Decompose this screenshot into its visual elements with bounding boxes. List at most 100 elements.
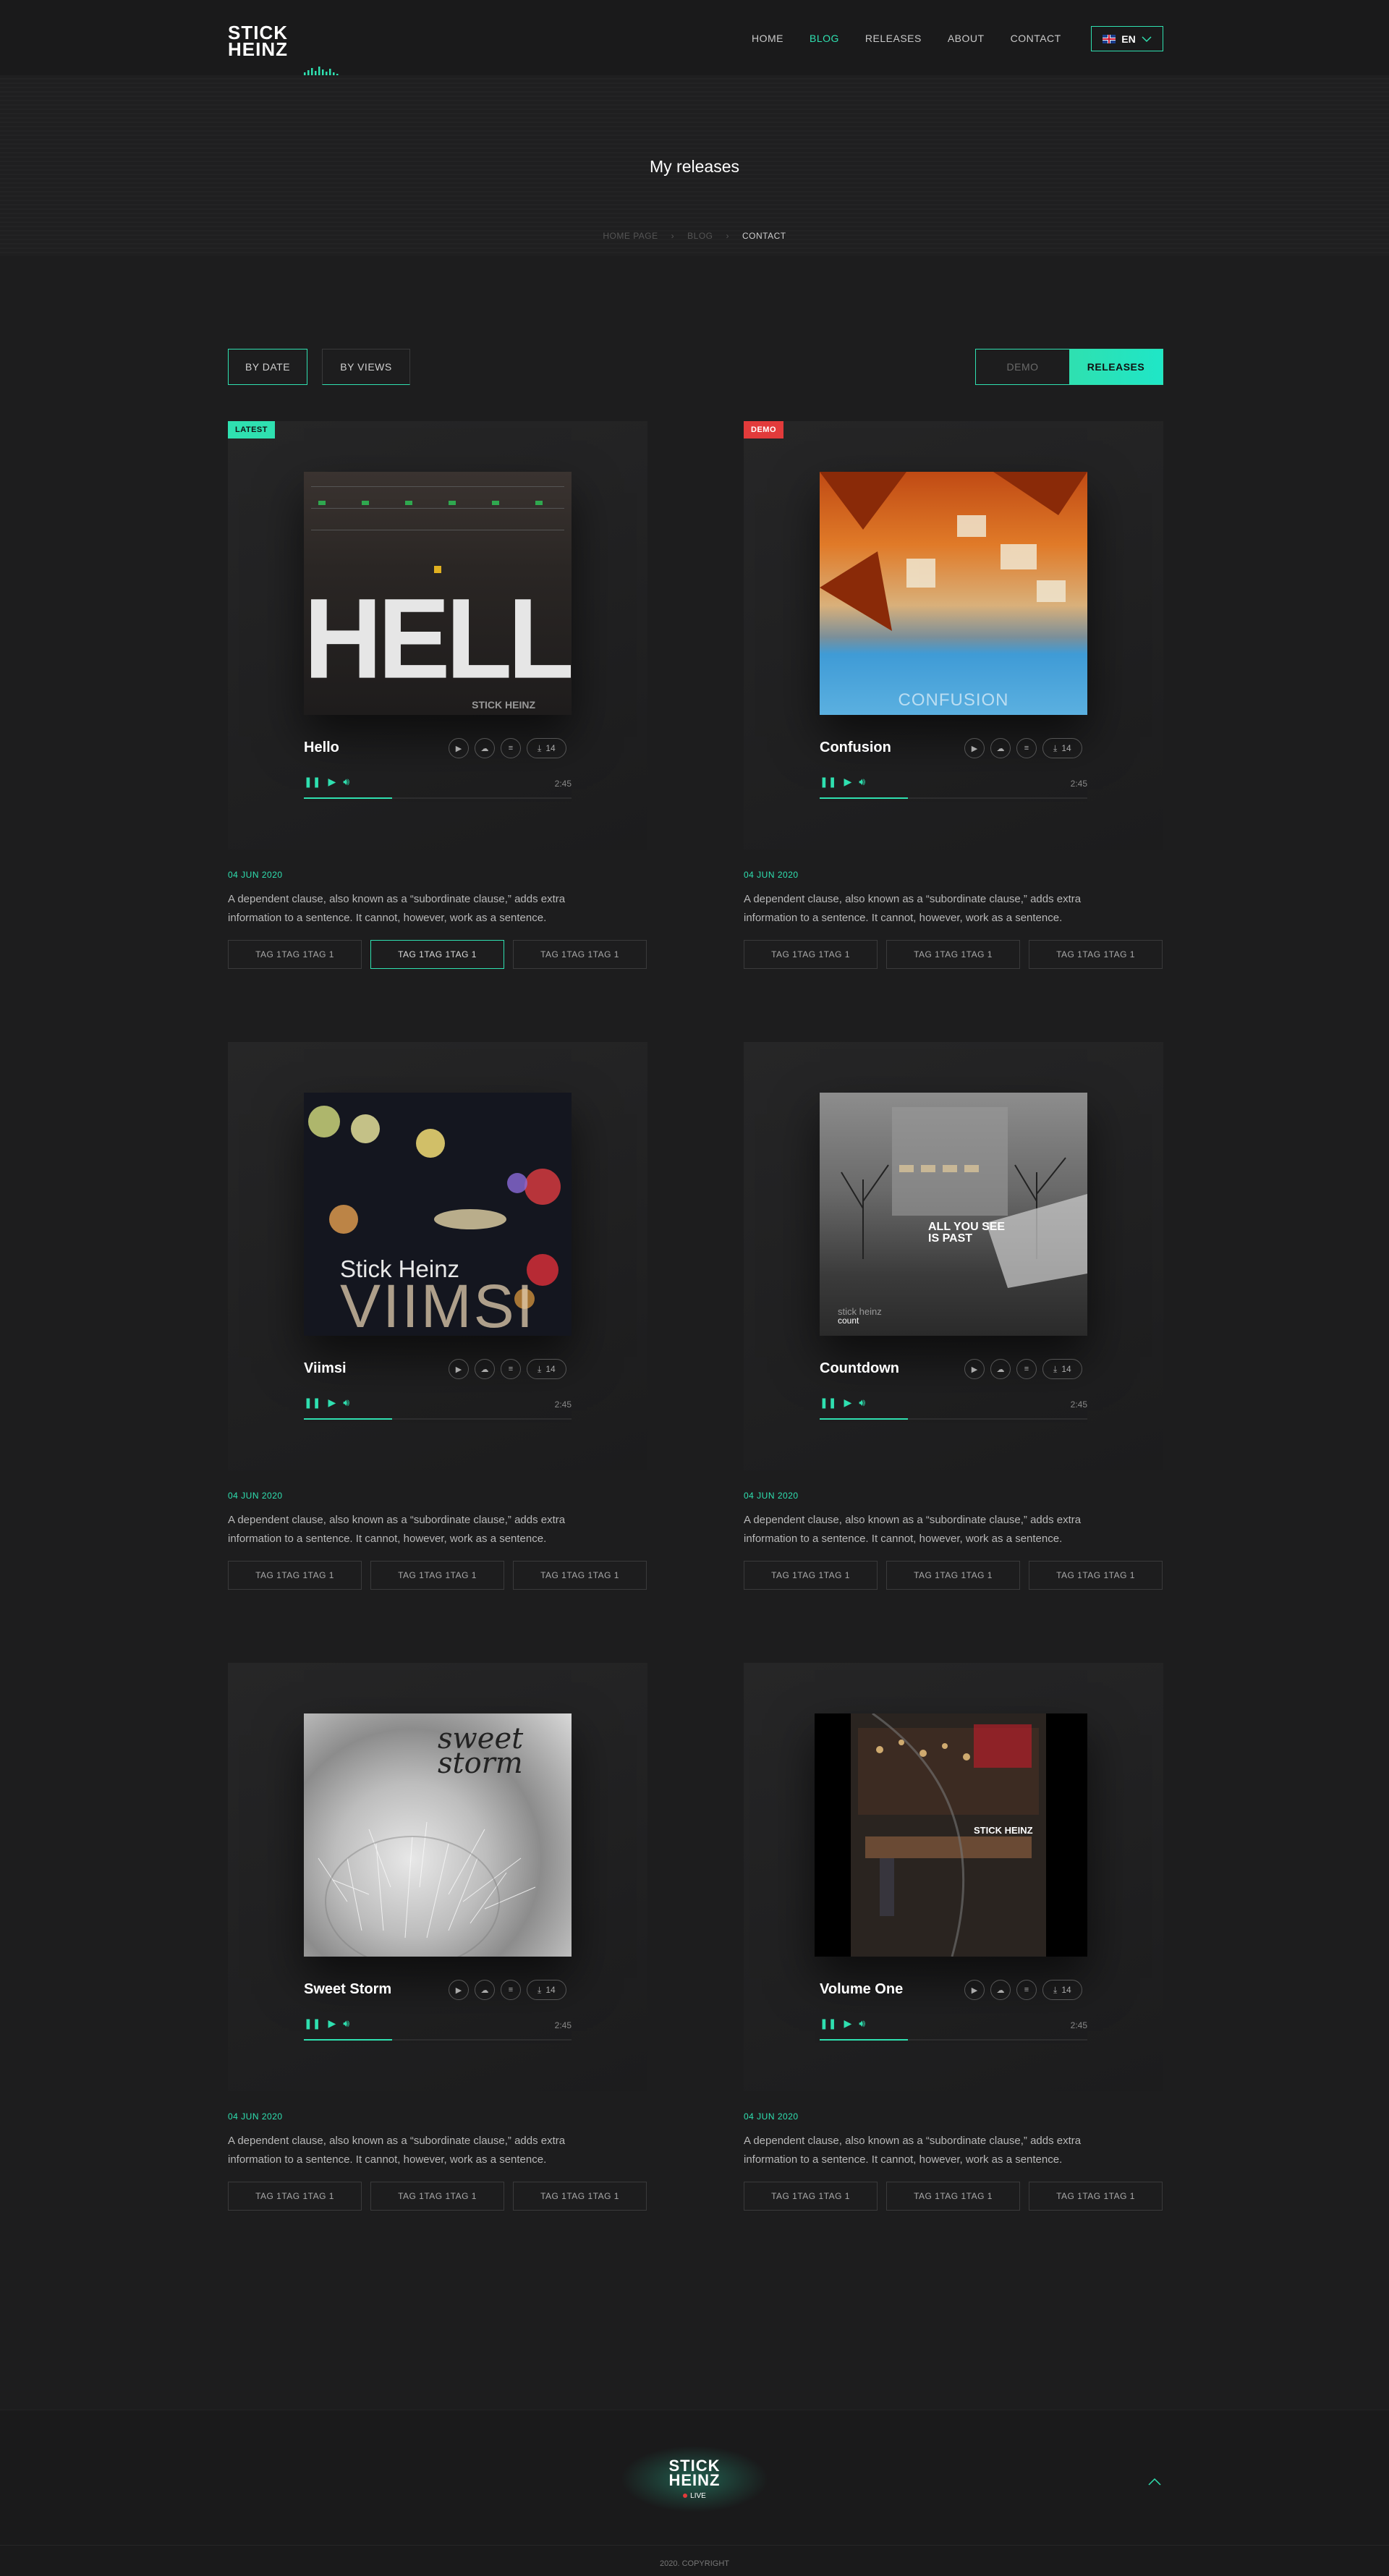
tag[interactable]: TAG 1TAG 1TAG 1 (228, 2182, 362, 2211)
album-cover-countdown[interactable]: ALL YOU SEE IS PAST stick heinz count (820, 1093, 1087, 1336)
page-title: My releases (650, 157, 739, 176)
nav-contact[interactable]: CONTACT (1011, 33, 1061, 44)
tag[interactable]: TAG 1TAG 1TAG 1 (228, 1561, 362, 1590)
play-icon[interactable]: ▶ (328, 2017, 336, 2030)
play-icon[interactable]: ▶ (964, 1359, 985, 1379)
tag[interactable]: TAG 1TAG 1TAG 1 (370, 940, 504, 969)
site-logo[interactable]: STICK HEINZ (228, 23, 288, 59)
soundcloud-icon[interactable]: ☁ (990, 1980, 1011, 2000)
tag[interactable]: TAG 1TAG 1TAG 1 (886, 940, 1020, 969)
tag[interactable]: TAG 1TAG 1TAG 1 (1029, 2182, 1163, 2211)
scroll-to-top-icon[interactable] (1147, 2474, 1162, 2491)
volume-icon[interactable]: 🔊︎ (343, 2017, 349, 2030)
soundcloud-icon[interactable]: ☁ (990, 1359, 1011, 1379)
copyright: 2020. COPYRIGHT (660, 2559, 729, 2568)
progress-fill (304, 2039, 393, 2041)
tag[interactable]: TAG 1TAG 1TAG 1 (370, 2182, 504, 2211)
tag[interactable]: TAG 1TAG 1TAG 1 (513, 2182, 647, 2211)
soundcloud-icon[interactable]: ☁ (990, 738, 1011, 758)
tag[interactable]: TAG 1TAG 1TAG 1 (886, 1561, 1020, 1590)
download-button[interactable]: ⤓ 14 (1042, 1359, 1082, 1379)
sort-by-date-button[interactable]: BY DATE (228, 349, 307, 385)
breadcrumb-blog[interactable]: BLOG (687, 231, 713, 241)
download-icon: ⤓ (538, 1984, 542, 1995)
play-icon[interactable]: ▶ (449, 1980, 469, 2000)
download-button[interactable]: ⤓ 14 (1042, 738, 1082, 758)
breadcrumb-home[interactable]: HOME PAGE (603, 231, 658, 241)
download-button[interactable]: ⤓ 14 (1042, 1980, 1082, 2000)
tag[interactable]: TAG 1TAG 1TAG 1 (370, 1561, 504, 1590)
soundcloud-icon[interactable]: ☁ (475, 1359, 495, 1379)
tag[interactable]: TAG 1TAG 1TAG 1 (228, 940, 362, 969)
progress-fill (820, 2039, 909, 2041)
album-cover-hello[interactable]: HELLO STICK HEINZ (304, 472, 572, 715)
tag[interactable]: TAG 1TAG 1TAG 1 (744, 1561, 878, 1590)
album-cover-volume-one[interactable]: STICK HEINZ (815, 1713, 1087, 1957)
play-icon[interactable]: ▶ (964, 1980, 985, 2000)
nav-releases[interactable]: RELEASES (865, 33, 922, 44)
progress-fill (820, 797, 909, 799)
download-count: 14 (1061, 1364, 1071, 1374)
tag[interactable]: TAG 1TAG 1TAG 1 (1029, 940, 1163, 969)
playlist-icon[interactable]: ≡ (501, 1980, 521, 2000)
tag[interactable]: TAG 1TAG 1TAG 1 (513, 1561, 647, 1590)
site-header: STICK HEINZ HOME BLOG RELEASES ABOUT CON… (0, 0, 1389, 84)
language-selector[interactable]: EN (1091, 26, 1163, 51)
volume-icon[interactable]: 🔊︎ (343, 776, 349, 788)
play-icon[interactable]: ▶ (844, 776, 851, 788)
progress-bar[interactable] (820, 1418, 1087, 1420)
volume-icon[interactable]: 🔊︎ (859, 776, 865, 788)
volume-icon[interactable]: 🔊︎ (343, 1397, 349, 1409)
play-icon[interactable]: ▶ (844, 2017, 851, 2030)
playlist-icon[interactable]: ≡ (1016, 738, 1037, 758)
pause-icon[interactable]: ❚❚ (304, 1397, 320, 1409)
tag[interactable]: TAG 1TAG 1TAG 1 (744, 2182, 878, 2211)
toggle-releases[interactable]: RELEASES (1069, 349, 1163, 384)
progress-bar[interactable] (304, 1418, 572, 1420)
pause-icon[interactable]: ❚❚ (820, 776, 836, 788)
download-button[interactable]: ⤓ 14 (527, 738, 566, 758)
pause-icon[interactable]: ❚❚ (304, 2017, 320, 2030)
volume-icon[interactable]: 🔊︎ (859, 2017, 865, 2030)
track-time: 2:45 (1070, 779, 1087, 789)
download-button[interactable]: ⤓ 14 (527, 1359, 566, 1379)
tag[interactable]: TAG 1TAG 1TAG 1 (513, 940, 647, 969)
tag[interactable]: TAG 1TAG 1TAG 1 (744, 940, 878, 969)
progress-bar[interactable] (820, 2039, 1087, 2041)
album-cover-sweet-storm[interactable]: sweet storm (304, 1713, 572, 1957)
pause-icon[interactable]: ❚❚ (820, 2017, 836, 2030)
nav-blog[interactable]: BLOG (810, 33, 839, 44)
nav-about[interactable]: ABOUT (948, 33, 985, 44)
album-cover-viimsi[interactable]: Stick Heinz VIIMSI (304, 1093, 572, 1336)
playlist-icon[interactable]: ≡ (1016, 1980, 1037, 2000)
pause-icon[interactable]: ❚❚ (304, 776, 320, 788)
live-label: LIVE (690, 2491, 706, 2500)
progress-bar[interactable] (304, 2039, 572, 2041)
play-icon[interactable]: ▶ (449, 738, 469, 758)
playlist-icon[interactable]: ≡ (501, 1359, 521, 1379)
playlist-icon[interactable]: ≡ (1016, 1359, 1037, 1379)
play-icon[interactable]: ▶ (449, 1359, 469, 1379)
play-icon[interactable]: ▶ (844, 1397, 851, 1409)
cover-subtitle: count (838, 1315, 859, 1326)
track-time: 2:45 (554, 2020, 572, 2030)
sort-by-views-button[interactable]: BY VIEWS (322, 349, 410, 385)
toggle-demo[interactable]: DEMO (976, 349, 1069, 384)
progress-bar[interactable] (820, 797, 1087, 799)
volume-icon[interactable]: 🔊︎ (859, 1397, 865, 1409)
play-icon[interactable]: ▶ (964, 738, 985, 758)
album-cover-confusion[interactable]: CONFUSION (820, 472, 1087, 715)
play-icon[interactable]: ▶ (328, 1397, 336, 1409)
soundcloud-icon[interactable]: ☁ (475, 1980, 495, 2000)
nav-home[interactable]: HOME (752, 33, 783, 44)
download-button[interactable]: ⤓ 14 (527, 1980, 566, 2000)
audio-player: ❚❚ ▶ 🔊︎ 2:45 (304, 2017, 572, 2041)
play-icon[interactable]: ▶ (328, 776, 336, 788)
playlist-icon[interactable]: ≡ (501, 738, 521, 758)
pause-icon[interactable]: ❚❚ (820, 1397, 836, 1409)
soundcloud-icon[interactable]: ☁ (475, 738, 495, 758)
tag[interactable]: TAG 1TAG 1TAG 1 (1029, 1561, 1163, 1590)
tag[interactable]: TAG 1TAG 1TAG 1 (886, 2182, 1020, 2211)
footer-logo[interactable]: STICK HEINZ LIVE (622, 2446, 767, 2512)
progress-bar[interactable] (304, 797, 572, 799)
